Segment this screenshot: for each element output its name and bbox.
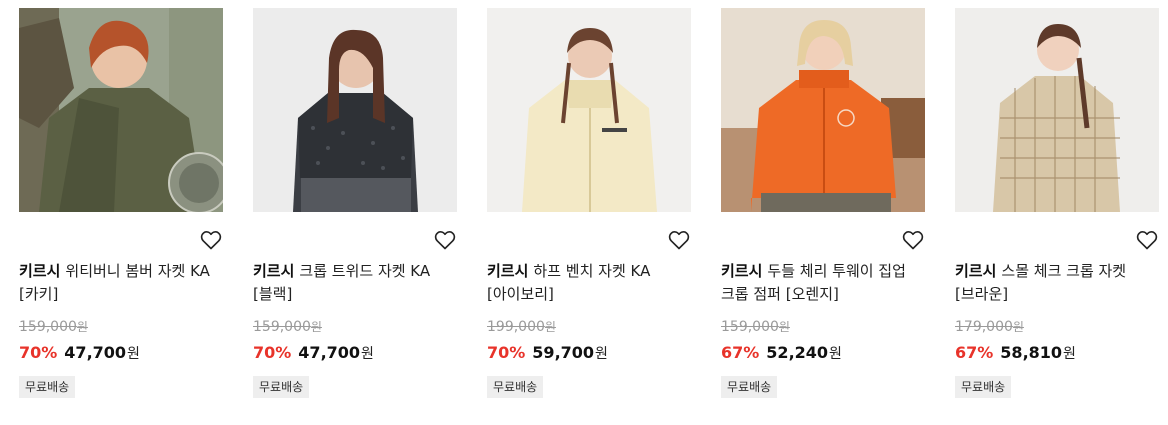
original-price-currency: 원	[310, 320, 322, 334]
wishlist-heart-icon[interactable]	[901, 228, 925, 252]
original-price: 159,000원	[721, 317, 790, 337]
product-image[interactable]	[253, 8, 457, 212]
currency-label: 원	[1063, 346, 1076, 362]
wishlist-heart-icon[interactable]	[1135, 228, 1159, 252]
currency-label: 원	[829, 346, 842, 362]
sale-price-line: 70% 59,700원	[487, 342, 608, 365]
product-grid: 키르시 위티버니 봄버 자켓 KA [카키] 159,000원 70% 47,700…	[19, 8, 1159, 418]
sale-price: 47,700	[64, 343, 127, 362]
original-price-value: 159,000	[721, 319, 779, 335]
free-shipping-badge: 무료배송	[487, 376, 544, 398]
brand-name: 키르시	[253, 262, 295, 280]
original-price-value: 159,000	[253, 319, 311, 335]
product-image[interactable]	[721, 8, 925, 212]
original-price: 159,000원	[253, 317, 322, 337]
sale-price-line: 67% 58,810원	[955, 342, 1076, 365]
sale-price: 52,240	[766, 343, 829, 362]
sale-price: 58,810	[1000, 343, 1063, 362]
original-price: 199,000원	[487, 317, 556, 337]
product-card[interactable]: 키르시 스몰 체크 크롭 자켓 [브라운] 179,000원 67% 58,810원…	[955, 8, 1159, 413]
original-price-currency: 원	[778, 320, 790, 334]
product-card[interactable]: 키르시 크롭 트위드 자켓 KA [블랙] 159,000원 70% 47,700원…	[253, 8, 457, 413]
wishlist-heart-icon[interactable]	[199, 228, 223, 252]
product-title[interactable]: 키르시 하프 벤치 자켓 KA [아이보리]	[487, 260, 687, 306]
product-title[interactable]: 키르시 위티버니 봄버 자켓 KA [카키]	[19, 260, 219, 306]
free-shipping-badge: 무료배송	[721, 376, 778, 398]
original-price-value: 159,000	[19, 319, 77, 335]
product-card[interactable]: 키르시 하프 벤치 자켓 KA [아이보리] 199,000원 70% 59,700…	[487, 8, 691, 413]
product-title[interactable]: 키르시 크롭 트위드 자켓 KA [블랙]	[253, 260, 453, 306]
sale-price: 47,700	[298, 343, 361, 362]
brand-name: 키르시	[955, 262, 997, 280]
free-shipping-badge: 무료배송	[19, 376, 76, 398]
product-image[interactable]	[955, 8, 1159, 212]
sale-price-line: 67% 52,240원	[721, 342, 842, 365]
product-card[interactable]: 키르시 두들 체리 투웨이 집업 크롭 점퍼 [오렌지] 159,000원 67%…	[721, 8, 925, 413]
discount-rate: 67%	[721, 343, 760, 362]
discount-rate: 67%	[955, 343, 994, 362]
discount-rate: 70%	[253, 343, 292, 362]
original-price-currency: 원	[76, 320, 88, 334]
brand-name: 키르시	[19, 262, 61, 280]
brand-name: 키르시	[487, 262, 529, 280]
sale-price-line: 70% 47,700원	[19, 342, 140, 365]
sale-price-line: 70% 47,700원	[253, 342, 374, 365]
discount-rate: 70%	[19, 343, 58, 362]
product-title[interactable]: 키르시 두들 체리 투웨이 집업 크롭 점퍼 [오렌지]	[721, 260, 921, 306]
original-price-currency: 원	[1012, 320, 1024, 334]
product-image[interactable]	[19, 8, 223, 212]
product-title[interactable]: 키르시 스몰 체크 크롭 자켓 [브라운]	[955, 260, 1155, 306]
wishlist-heart-icon[interactable]	[433, 228, 457, 252]
original-price-currency: 원	[544, 320, 556, 334]
currency-label: 원	[595, 346, 608, 362]
product-image[interactable]	[487, 8, 691, 212]
brand-name: 키르시	[721, 262, 763, 280]
free-shipping-badge: 무료배송	[955, 376, 1012, 398]
original-price-value: 179,000	[955, 319, 1013, 335]
original-price-value: 199,000	[487, 319, 545, 335]
original-price: 159,000원	[19, 317, 88, 337]
free-shipping-badge: 무료배송	[253, 376, 310, 398]
currency-label: 원	[361, 346, 374, 362]
currency-label: 원	[127, 346, 140, 362]
discount-rate: 70%	[487, 343, 526, 362]
sale-price: 59,700	[532, 343, 595, 362]
original-price: 179,000원	[955, 317, 1024, 337]
wishlist-heart-icon[interactable]	[667, 228, 691, 252]
product-card[interactable]: 키르시 위티버니 봄버 자켓 KA [카키] 159,000원 70% 47,700…	[19, 8, 223, 413]
